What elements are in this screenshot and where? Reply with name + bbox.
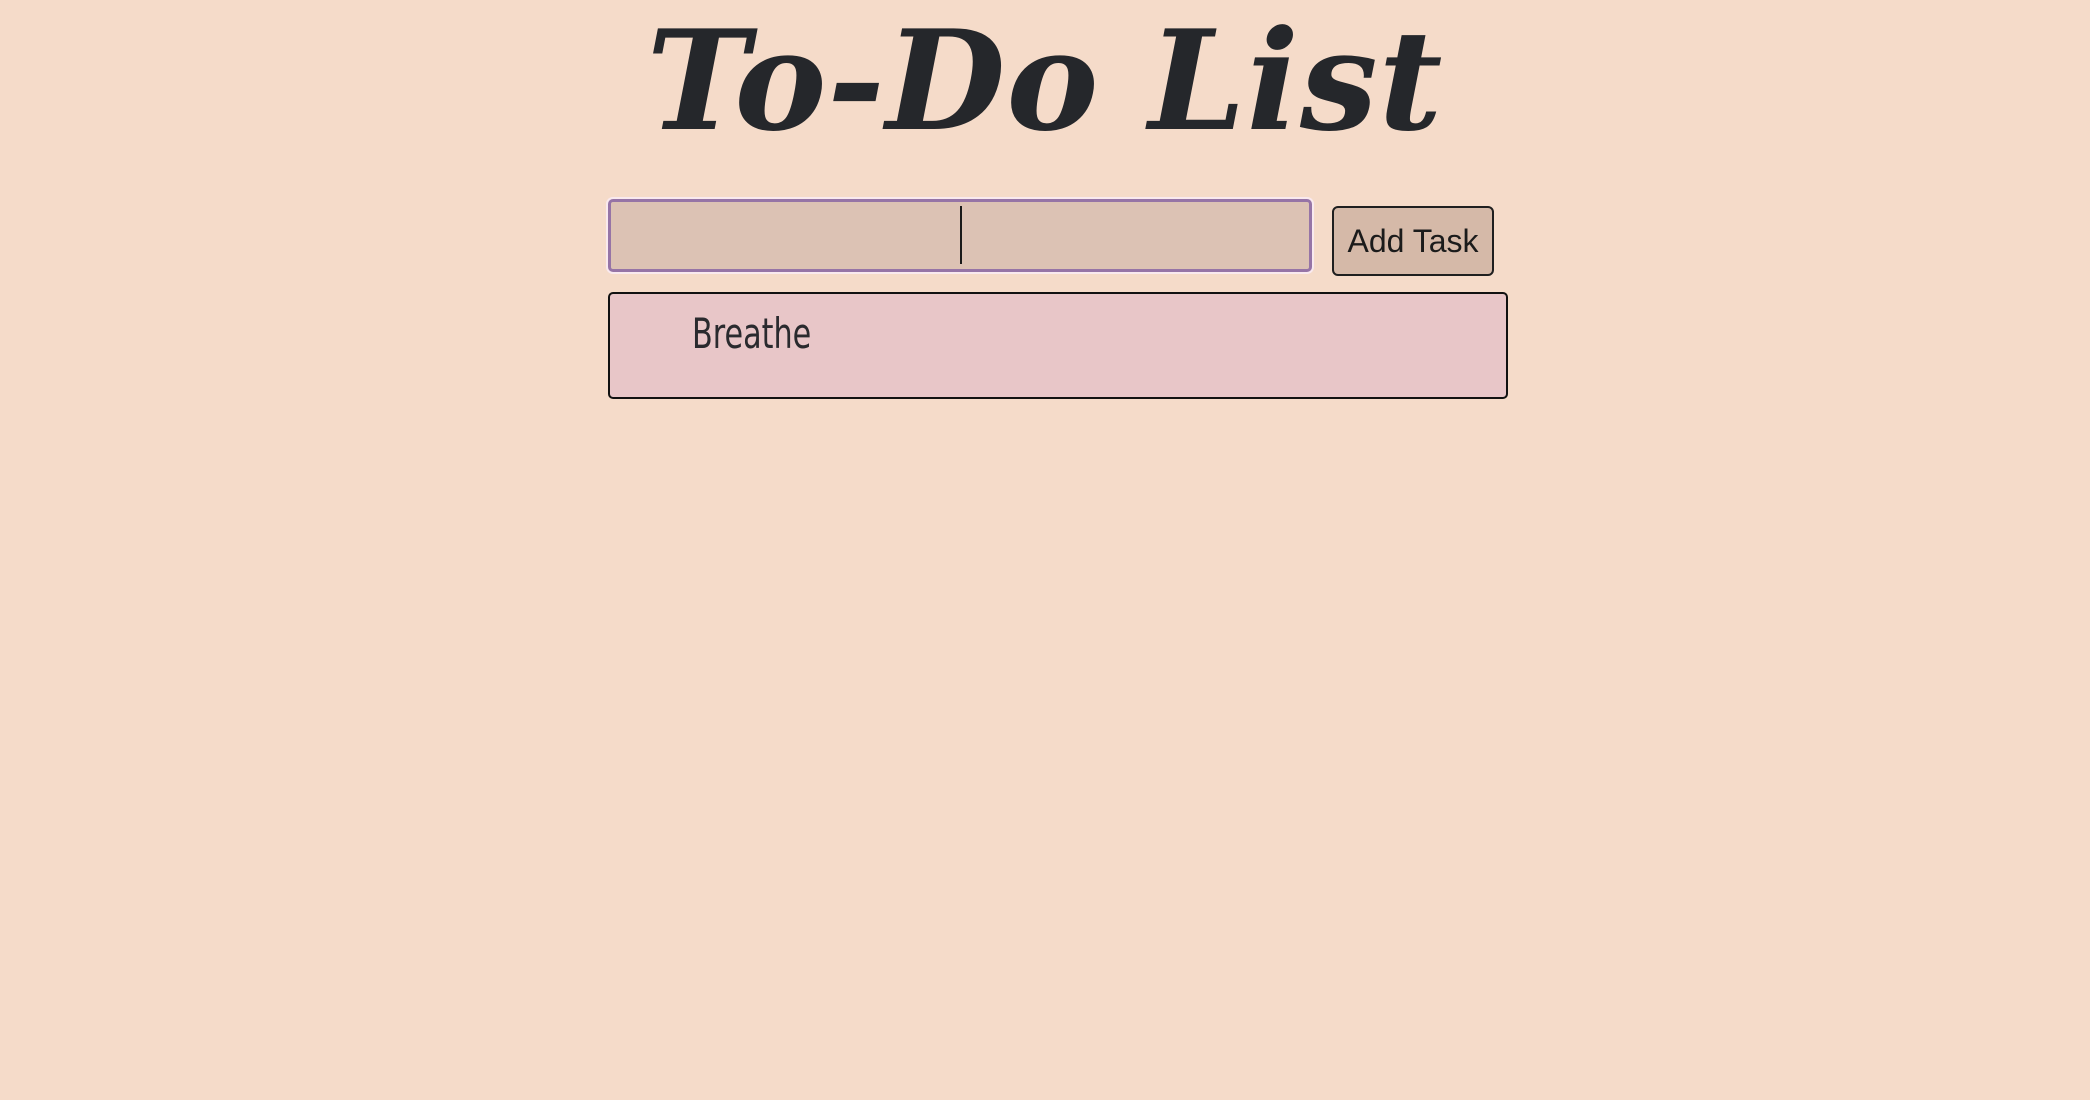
text-caret: [960, 206, 962, 264]
task-list: Breathe: [608, 292, 1508, 399]
page-title: To-Do List: [646, 0, 1444, 162]
task-item-breathe[interactable]: Breathe: [692, 306, 811, 362]
todo-page: To-Do List Add Task Breathe: [0, 0, 2090, 1100]
add-task-button[interactable]: Add Task: [1332, 206, 1494, 276]
